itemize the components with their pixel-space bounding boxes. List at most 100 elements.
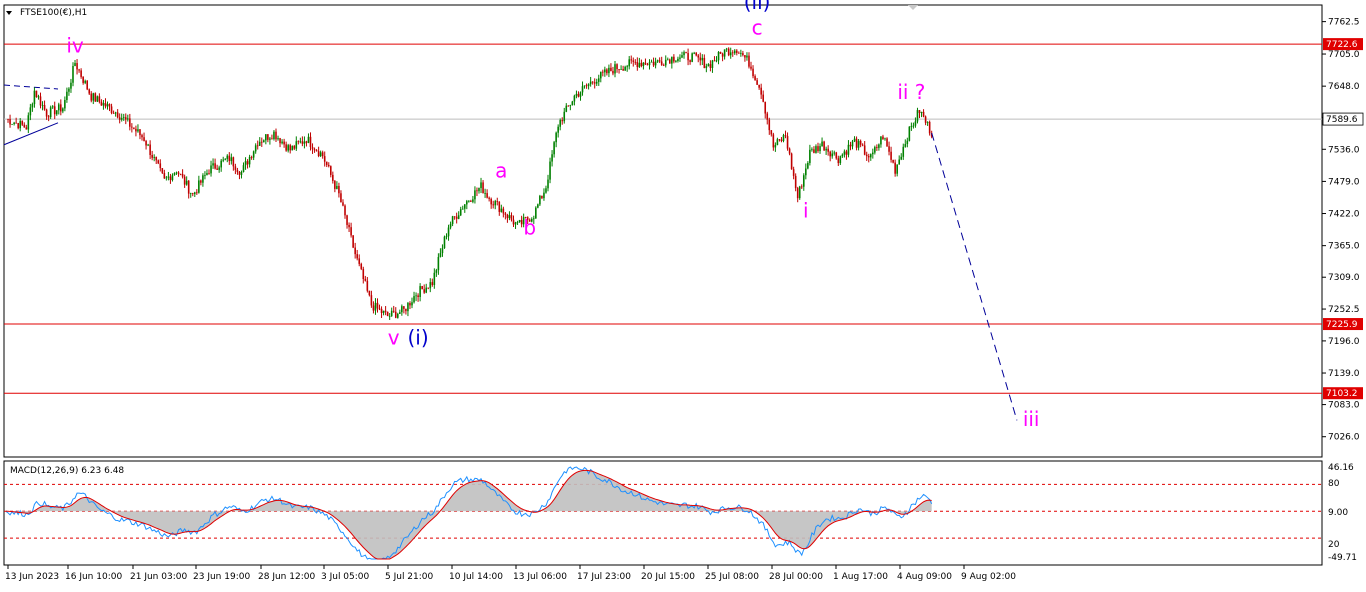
candle-body bbox=[760, 87, 762, 95]
candle-body bbox=[626, 66, 628, 68]
candle-body bbox=[13, 122, 15, 124]
candle-body bbox=[577, 93, 580, 97]
candle-body bbox=[419, 286, 421, 298]
candle-body bbox=[920, 111, 923, 114]
candle-body bbox=[792, 169, 795, 176]
candle-body bbox=[161, 168, 164, 173]
candle-body bbox=[96, 96, 99, 102]
candle-body bbox=[370, 295, 373, 306]
candle-body bbox=[597, 78, 600, 82]
candle-body bbox=[709, 64, 712, 68]
candle-body bbox=[240, 172, 243, 175]
time-axis-label: 17 Jul 23:00 bbox=[577, 572, 631, 582]
candle-body bbox=[287, 145, 289, 151]
candle-body bbox=[650, 61, 653, 63]
candle-body bbox=[295, 141, 298, 149]
candle-body bbox=[742, 53, 744, 56]
candle-body bbox=[405, 308, 407, 312]
chart-window[interactable]: 7762.57705.07648.07592.57536.07479.07422… bbox=[0, 0, 1366, 588]
elliott-wave-label: (ii) bbox=[744, 0, 771, 14]
candle-body bbox=[256, 145, 259, 147]
candle-body bbox=[463, 204, 466, 209]
candle-body bbox=[423, 289, 425, 293]
candle-body bbox=[307, 136, 310, 143]
candle-body bbox=[656, 60, 659, 62]
candle-body bbox=[399, 312, 401, 314]
candle-body bbox=[368, 290, 371, 296]
candle-body bbox=[553, 142, 555, 155]
candle-body bbox=[859, 140, 862, 145]
candle-body bbox=[837, 158, 840, 164]
candle-body bbox=[92, 93, 95, 101]
price-axis-label: 7648.0 bbox=[1328, 82, 1360, 92]
candle-body bbox=[744, 55, 746, 58]
time-axis-label: 13 Jun 2023 bbox=[5, 572, 59, 582]
candle-body bbox=[898, 159, 900, 165]
candle-body bbox=[124, 117, 127, 120]
chart-background bbox=[0, 0, 1366, 588]
candle-body bbox=[731, 52, 734, 54]
candle-body bbox=[263, 140, 265, 143]
candle-body bbox=[604, 69, 606, 73]
price-axis-label: 7139.0 bbox=[1328, 369, 1360, 379]
candle-body bbox=[250, 156, 253, 158]
candle-body bbox=[557, 126, 559, 133]
candle-body bbox=[23, 124, 26, 128]
candle-body bbox=[900, 156, 903, 160]
candle-body bbox=[821, 141, 823, 147]
candle-body bbox=[902, 146, 905, 157]
candle-body bbox=[37, 96, 40, 98]
candle-body bbox=[244, 161, 247, 166]
candle-body bbox=[886, 138, 888, 147]
candle-body bbox=[301, 141, 304, 144]
candle-body bbox=[350, 227, 352, 236]
elliott-wave-label: c bbox=[752, 15, 763, 39]
candle-body bbox=[776, 139, 779, 145]
candle-body bbox=[41, 105, 44, 106]
candle-body bbox=[451, 216, 454, 224]
candle-body bbox=[374, 302, 377, 311]
candle-body bbox=[433, 272, 436, 285]
candle-body bbox=[313, 149, 316, 151]
macd-axis-label: 80 bbox=[1328, 479, 1340, 489]
candle-body bbox=[573, 95, 576, 102]
candle-body bbox=[364, 279, 367, 281]
candle-body bbox=[916, 110, 919, 122]
candle-body bbox=[827, 148, 829, 152]
candle-body bbox=[185, 180, 188, 185]
candle-body bbox=[356, 254, 358, 259]
candle-body bbox=[429, 282, 432, 289]
candle-body bbox=[571, 101, 574, 106]
candle-body bbox=[677, 58, 679, 62]
candle-body bbox=[315, 150, 318, 152]
time-axis-label: 13 Jul 06:00 bbox=[513, 572, 567, 582]
candle-body bbox=[738, 52, 740, 54]
candle-body bbox=[267, 134, 269, 140]
candle-body bbox=[496, 201, 499, 202]
candle-body bbox=[455, 216, 458, 219]
chart-svg[interactable]: 7762.57705.07648.07592.57536.07479.07422… bbox=[0, 0, 1366, 588]
candle-body bbox=[299, 141, 302, 143]
candle-body bbox=[108, 104, 111, 107]
price-axis-label: 7422.0 bbox=[1328, 210, 1360, 220]
candle-body bbox=[169, 176, 172, 181]
candle-body bbox=[183, 176, 186, 185]
candle-body bbox=[165, 177, 168, 179]
candle-body bbox=[334, 180, 336, 189]
candle-body bbox=[200, 180, 202, 183]
candle-body bbox=[713, 60, 716, 62]
candle-body bbox=[549, 161, 551, 180]
candle-body bbox=[636, 62, 639, 68]
candle-body bbox=[894, 162, 896, 174]
candle-body bbox=[861, 144, 864, 146]
candle-body bbox=[805, 168, 807, 176]
candle-body bbox=[541, 195, 543, 199]
candle-body bbox=[171, 175, 174, 181]
candle-body bbox=[390, 310, 393, 316]
candle-body bbox=[445, 236, 448, 238]
candle-body bbox=[888, 146, 890, 152]
candle-body bbox=[878, 144, 880, 148]
candle-body bbox=[447, 227, 450, 237]
candle-body bbox=[234, 166, 237, 171]
candle-body bbox=[102, 103, 105, 106]
